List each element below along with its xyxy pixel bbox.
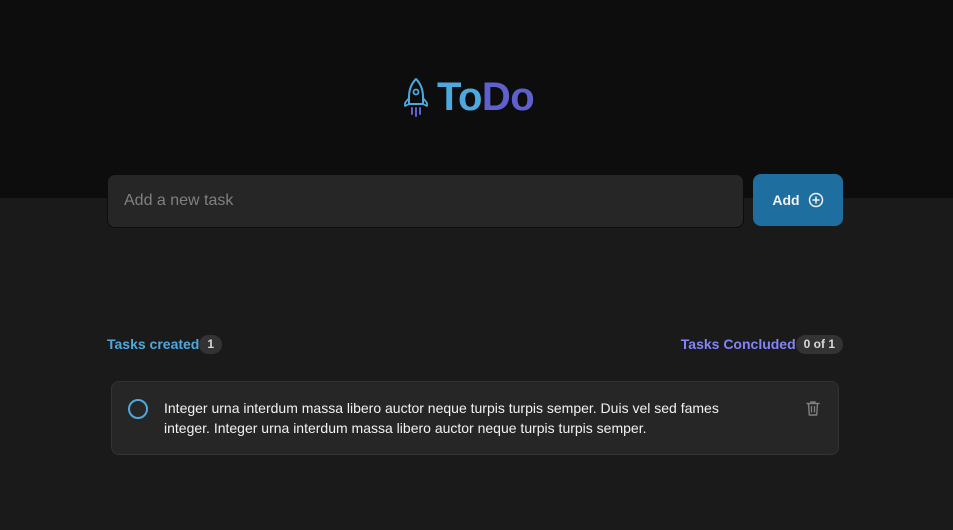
new-task-input[interactable] bbox=[107, 174, 744, 228]
tasks-concluded-badge: 0 of 1 bbox=[795, 334, 843, 354]
tasks-concluded-counter: Tasks Concluded 0 of 1 bbox=[680, 334, 843, 354]
task-list: Integer urna interdum massa libero aucto… bbox=[111, 381, 839, 455]
header: To Do bbox=[0, 0, 953, 198]
task-text: Integer urna interdum massa libero aucto… bbox=[164, 400, 719, 436]
task-checkbox[interactable] bbox=[128, 399, 148, 419]
plus-circle-icon bbox=[808, 192, 823, 208]
add-button-label: Add bbox=[772, 192, 800, 208]
tasks-concluded-label: Tasks Concluded bbox=[680, 336, 796, 352]
logo-text: To Do bbox=[437, 74, 535, 120]
trash-icon[interactable] bbox=[804, 399, 822, 417]
tasks-created-badge: 1 bbox=[199, 334, 223, 354]
logo-text-do: Do bbox=[481, 74, 535, 119]
new-task-form: Add bbox=[107, 174, 843, 228]
task-item: Integer urna interdum massa libero aucto… bbox=[111, 381, 839, 455]
logo-text-to: To bbox=[437, 74, 482, 119]
tasks-created-label: Tasks created bbox=[107, 336, 200, 352]
rocket-icon bbox=[404, 78, 428, 117]
add-task-button[interactable]: Add bbox=[753, 174, 843, 226]
tasks-created-counter: Tasks created 1 bbox=[107, 334, 223, 354]
logo: To Do bbox=[403, 74, 535, 120]
task-counters: Tasks created 1 Tasks Concluded 0 of 1 bbox=[107, 334, 843, 354]
